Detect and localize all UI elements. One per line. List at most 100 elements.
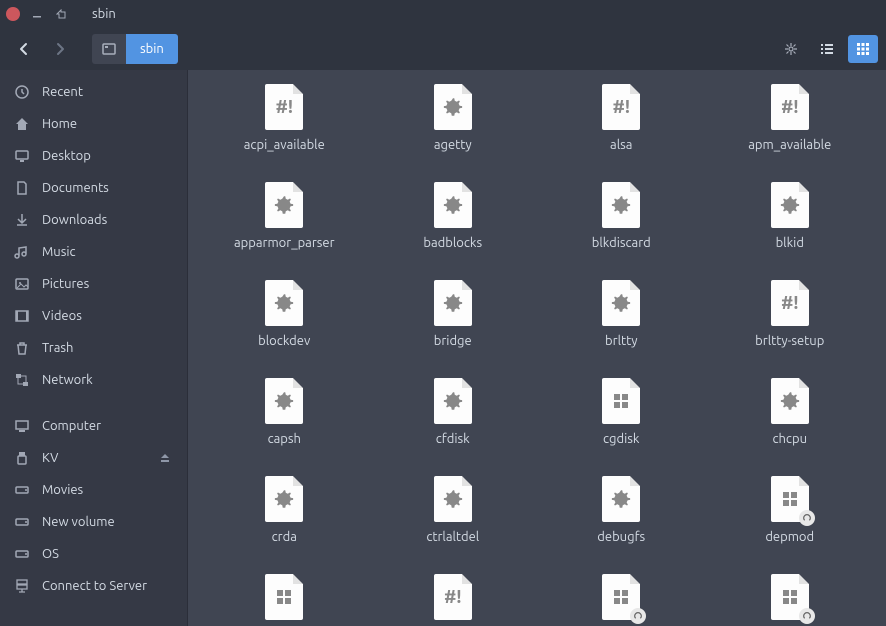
file-item[interactable]: bridge — [373, 278, 534, 348]
titlebar: sbin — [0, 0, 886, 28]
sidebar-item-movies[interactable]: Movies — [0, 474, 187, 506]
sidebar-item-connect-to-server[interactable]: Connect to Server — [0, 570, 187, 602]
sidebar-item-music[interactable]: Music — [0, 236, 187, 268]
file-item[interactable]: dhclient — [204, 572, 365, 626]
network-icon — [14, 372, 30, 388]
sidebar-item-recent[interactable]: Recent — [0, 76, 187, 108]
file-item[interactable]: agetty — [373, 82, 534, 152]
file-item[interactable]: cfdisk — [373, 376, 534, 446]
file-name: alsa — [610, 138, 632, 152]
file-item[interactable]: #! alsa — [541, 82, 702, 152]
sidebar-item-os[interactable]: OS — [0, 538, 187, 570]
sidebar-item-label: Downloads — [42, 213, 107, 227]
download-icon — [14, 212, 30, 228]
sidebar-item-computer[interactable]: Computer — [0, 410, 187, 442]
file-name: blkdiscard — [592, 236, 651, 250]
file-icon — [432, 180, 474, 230]
file-item[interactable]: depmod — [710, 474, 871, 544]
file-icon: #! — [769, 82, 811, 132]
sidebar-item-label: New volume — [42, 515, 115, 529]
file-name: blockdev — [258, 334, 310, 348]
home-icon — [14, 116, 30, 132]
file-icon — [432, 376, 474, 426]
file-name: cfdisk — [436, 432, 470, 446]
sidebar-item-downloads[interactable]: Downloads — [0, 204, 187, 236]
clock-icon — [14, 84, 30, 100]
file-item[interactable]: crda — [204, 474, 365, 544]
file-item[interactable]: #! acpi_available — [204, 82, 365, 152]
desktop-icon — [14, 148, 30, 164]
view-grid-button[interactable] — [848, 35, 878, 63]
file-item[interactable]: brltty — [541, 278, 702, 348]
pictures-icon — [14, 276, 30, 292]
view-list-button[interactable] — [812, 35, 842, 63]
path-segment-current[interactable]: sbin — [126, 34, 178, 64]
eject-icon[interactable] — [157, 450, 173, 466]
file-name: blkid — [776, 236, 804, 250]
file-item[interactable]: dosfslabel — [710, 572, 871, 626]
file-icon — [600, 572, 642, 622]
sidebar-item-kv[interactable]: KV — [0, 442, 187, 474]
file-item[interactable]: ctrlaltdel — [373, 474, 534, 544]
location-button[interactable] — [776, 35, 806, 63]
symlink-badge-icon — [799, 510, 815, 526]
file-icon — [600, 180, 642, 230]
file-icon — [263, 180, 305, 230]
window-maximize-button[interactable] — [54, 7, 68, 21]
sidebar-item-label: Connect to Server — [42, 579, 147, 593]
file-item[interactable]: blockdev — [204, 278, 365, 348]
file-item[interactable]: cgdisk — [541, 376, 702, 446]
file-item[interactable]: #! dhclient-script — [373, 572, 534, 626]
file-name: bridge — [434, 334, 472, 348]
window-close-button[interactable] — [6, 7, 20, 21]
file-name: chcpu — [772, 432, 807, 446]
symlink-badge-icon — [799, 608, 815, 624]
sidebar-item-label: OS — [42, 547, 59, 561]
doc-icon — [14, 180, 30, 196]
pathbar: sbin — [92, 34, 178, 64]
sidebar-item-trash[interactable]: Trash — [0, 332, 187, 364]
file-icon — [600, 376, 642, 426]
back-button[interactable] — [8, 33, 40, 65]
sidebar-item-new-volume[interactable]: New volume — [0, 506, 187, 538]
trash-icon — [14, 340, 30, 356]
computer-icon — [14, 418, 30, 434]
file-item[interactable]: #! apm_available — [710, 82, 871, 152]
file-icon — [769, 474, 811, 524]
file-item[interactable]: apparmor_parser — [204, 180, 365, 250]
sidebar-item-label: Network — [42, 373, 93, 387]
file-item[interactable]: capsh — [204, 376, 365, 446]
sidebar-item-pictures[interactable]: Pictures — [0, 268, 187, 300]
file-name: agetty — [434, 138, 472, 152]
sidebar-item-label: Videos — [42, 309, 82, 323]
sidebar-item-label: Computer — [42, 419, 101, 433]
file-item[interactable]: blkdiscard — [541, 180, 702, 250]
file-name: depmod — [765, 530, 814, 544]
forward-button[interactable] — [44, 33, 76, 65]
sidebar-item-documents[interactable]: Documents — [0, 172, 187, 204]
file-item[interactable]: #! brltty-setup — [710, 278, 871, 348]
sidebar-item-label: Home — [42, 117, 77, 131]
path-root-icon[interactable] — [92, 34, 126, 64]
sidebar-item-label: Desktop — [42, 149, 91, 163]
sidebar-item-network[interactable]: Network — [0, 364, 187, 396]
file-item[interactable]: badblocks — [373, 180, 534, 250]
file-item[interactable]: chcpu — [710, 376, 871, 446]
file-view: #! acpi_available agetty #! alsa #! apm_… — [188, 70, 886, 626]
file-icon — [263, 572, 305, 622]
sidebar-item-label: Music — [42, 245, 76, 259]
file-icon — [263, 278, 305, 328]
file-name: apm_available — [748, 138, 831, 152]
sidebar-item-home[interactable]: Home — [0, 108, 187, 140]
file-icon — [769, 572, 811, 622]
file-icon — [769, 180, 811, 230]
sidebar-item-desktop[interactable]: Desktop — [0, 140, 187, 172]
window-minimize-button[interactable] — [30, 7, 44, 21]
file-item[interactable]: dosfsck — [541, 572, 702, 626]
file-icon: #! — [600, 82, 642, 132]
file-item[interactable]: debugfs — [541, 474, 702, 544]
file-name: ctrlaltdel — [426, 530, 479, 544]
file-icon — [600, 278, 642, 328]
file-item[interactable]: blkid — [710, 180, 871, 250]
sidebar-item-videos[interactable]: Videos — [0, 300, 187, 332]
